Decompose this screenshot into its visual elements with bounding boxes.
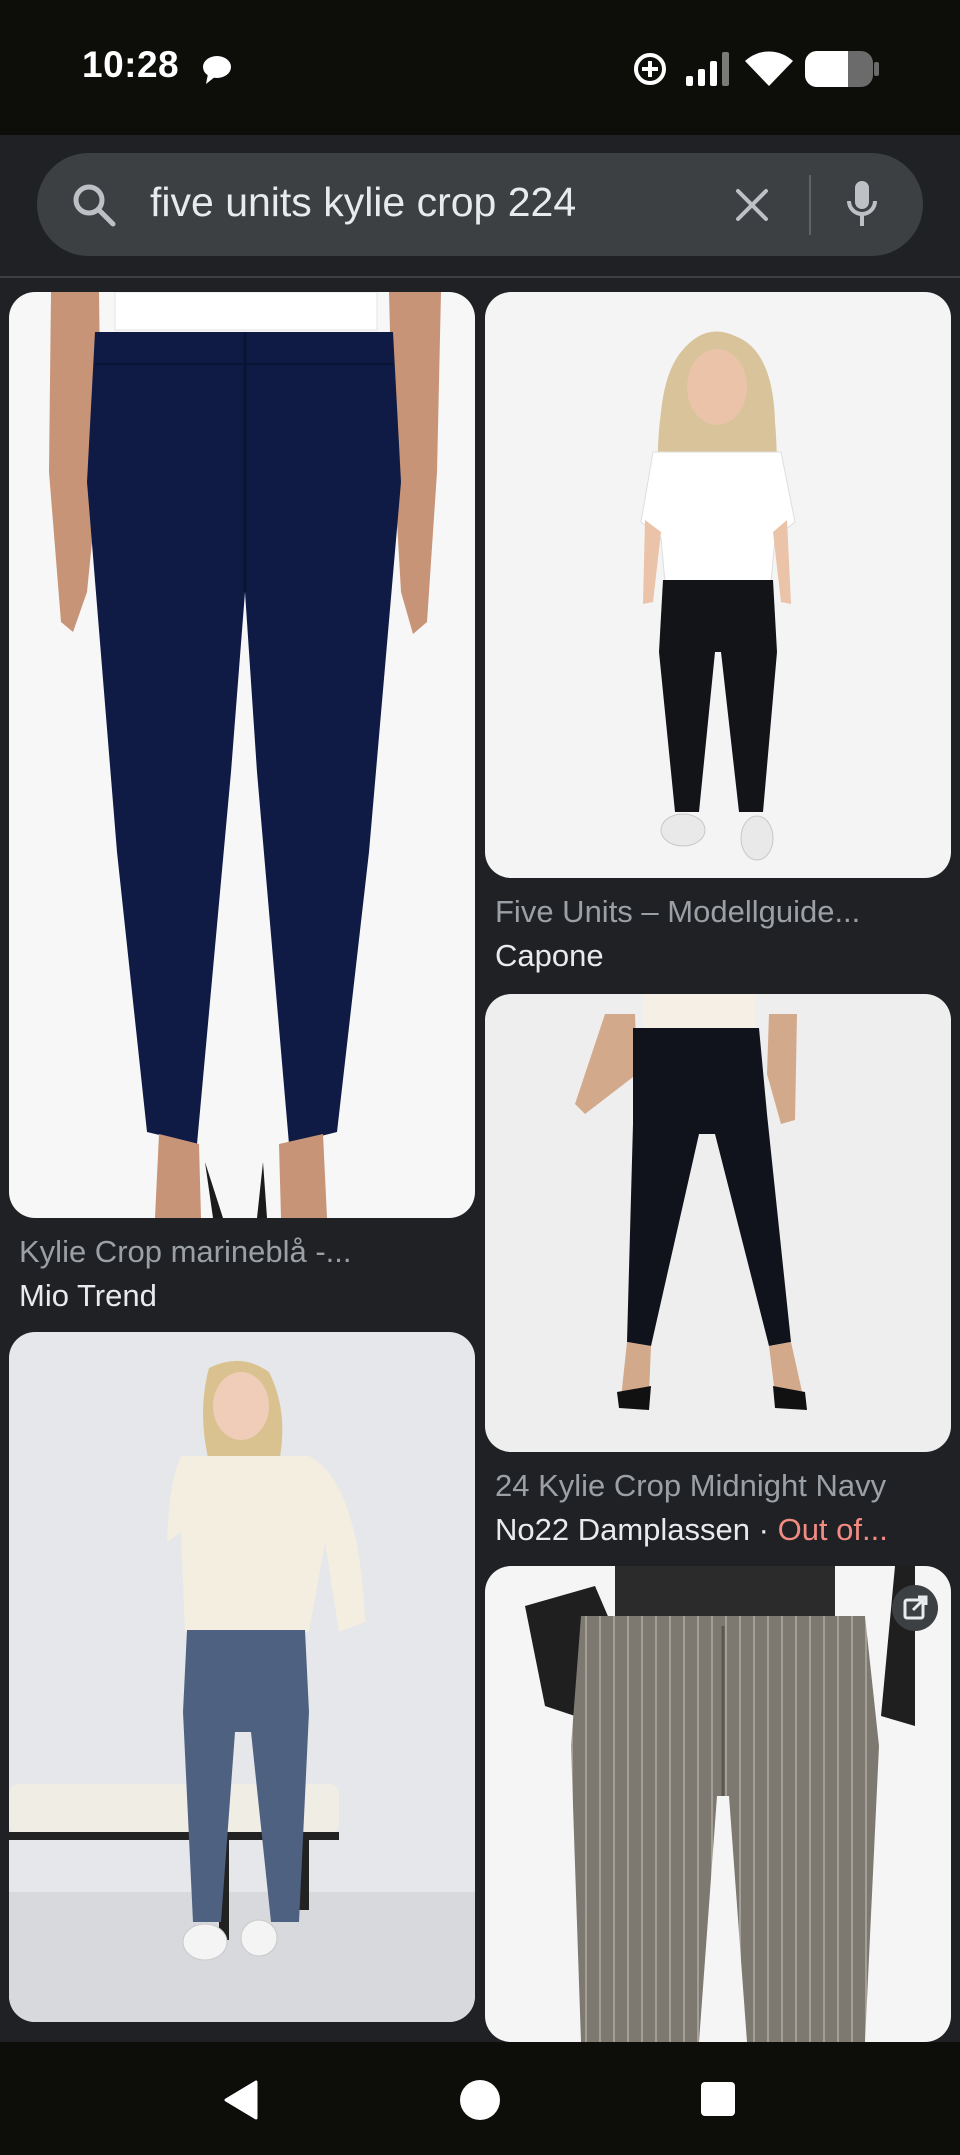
result-card[interactable]: Five Units – Modellguide... Capone: [485, 292, 951, 982]
result-source[interactable]: Mio Trend: [19, 1278, 157, 1314]
navigation-bar: [0, 2042, 960, 2155]
status-time: 10:28: [82, 44, 180, 85]
search-header: five units kylie crop 224: [0, 135, 960, 278]
result-title[interactable]: 24 Kylie Crop Midnight Navy: [495, 1468, 945, 1504]
back-icon[interactable]: [220, 2078, 260, 2122]
result-source[interactable]: Capone: [495, 938, 604, 974]
result-card[interactable]: [9, 1332, 475, 2042]
battery-icon: [805, 51, 879, 87]
result-thumbnail[interactable]: [485, 994, 951, 1452]
clear-icon[interactable]: [734, 187, 770, 223]
result-title[interactable]: Five Units – Modellguide...: [495, 894, 945, 930]
signal-icon: [686, 52, 729, 86]
result-source-name: No22 Damplassen ·: [495, 1512, 778, 1547]
data-saver-icon: [634, 53, 666, 85]
result-thumbnail[interactable]: [9, 1332, 475, 2022]
external-link-icon[interactable]: [891, 1584, 939, 1632]
result-card[interactable]: [485, 1566, 951, 2042]
search-icon[interactable]: [71, 182, 117, 228]
result-card[interactable]: Kylie Crop marineblå -... Mio Trend: [9, 292, 475, 1322]
recents-icon[interactable]: [699, 2080, 737, 2118]
search-bar[interactable]: five units kylie crop 224: [37, 153, 923, 256]
search-divider: [809, 175, 811, 235]
status-bar: 10:28: [0, 0, 960, 135]
image-results-grid: Kylie Crop marineblå -... Mio Trend Five: [0, 280, 960, 2042]
result-source[interactable]: No22 Damplassen · Out of...: [495, 1512, 888, 1548]
chat-bubble-icon: [203, 56, 231, 84]
result-title[interactable]: Kylie Crop marineblå -...: [19, 1234, 469, 1270]
wifi-icon: [745, 51, 793, 86]
search-input[interactable]: five units kylie crop 224: [150, 179, 576, 226]
stock-status: Out of...: [777, 1512, 888, 1547]
result-card[interactable]: 24 Kylie Crop Midnight Navy No22 Damplas…: [485, 994, 951, 1554]
mic-icon[interactable]: [845, 179, 879, 229]
home-icon[interactable]: [458, 2078, 502, 2122]
result-thumbnail[interactable]: [9, 292, 475, 1218]
result-thumbnail[interactable]: [485, 292, 951, 878]
result-thumbnail[interactable]: [485, 1566, 951, 2042]
